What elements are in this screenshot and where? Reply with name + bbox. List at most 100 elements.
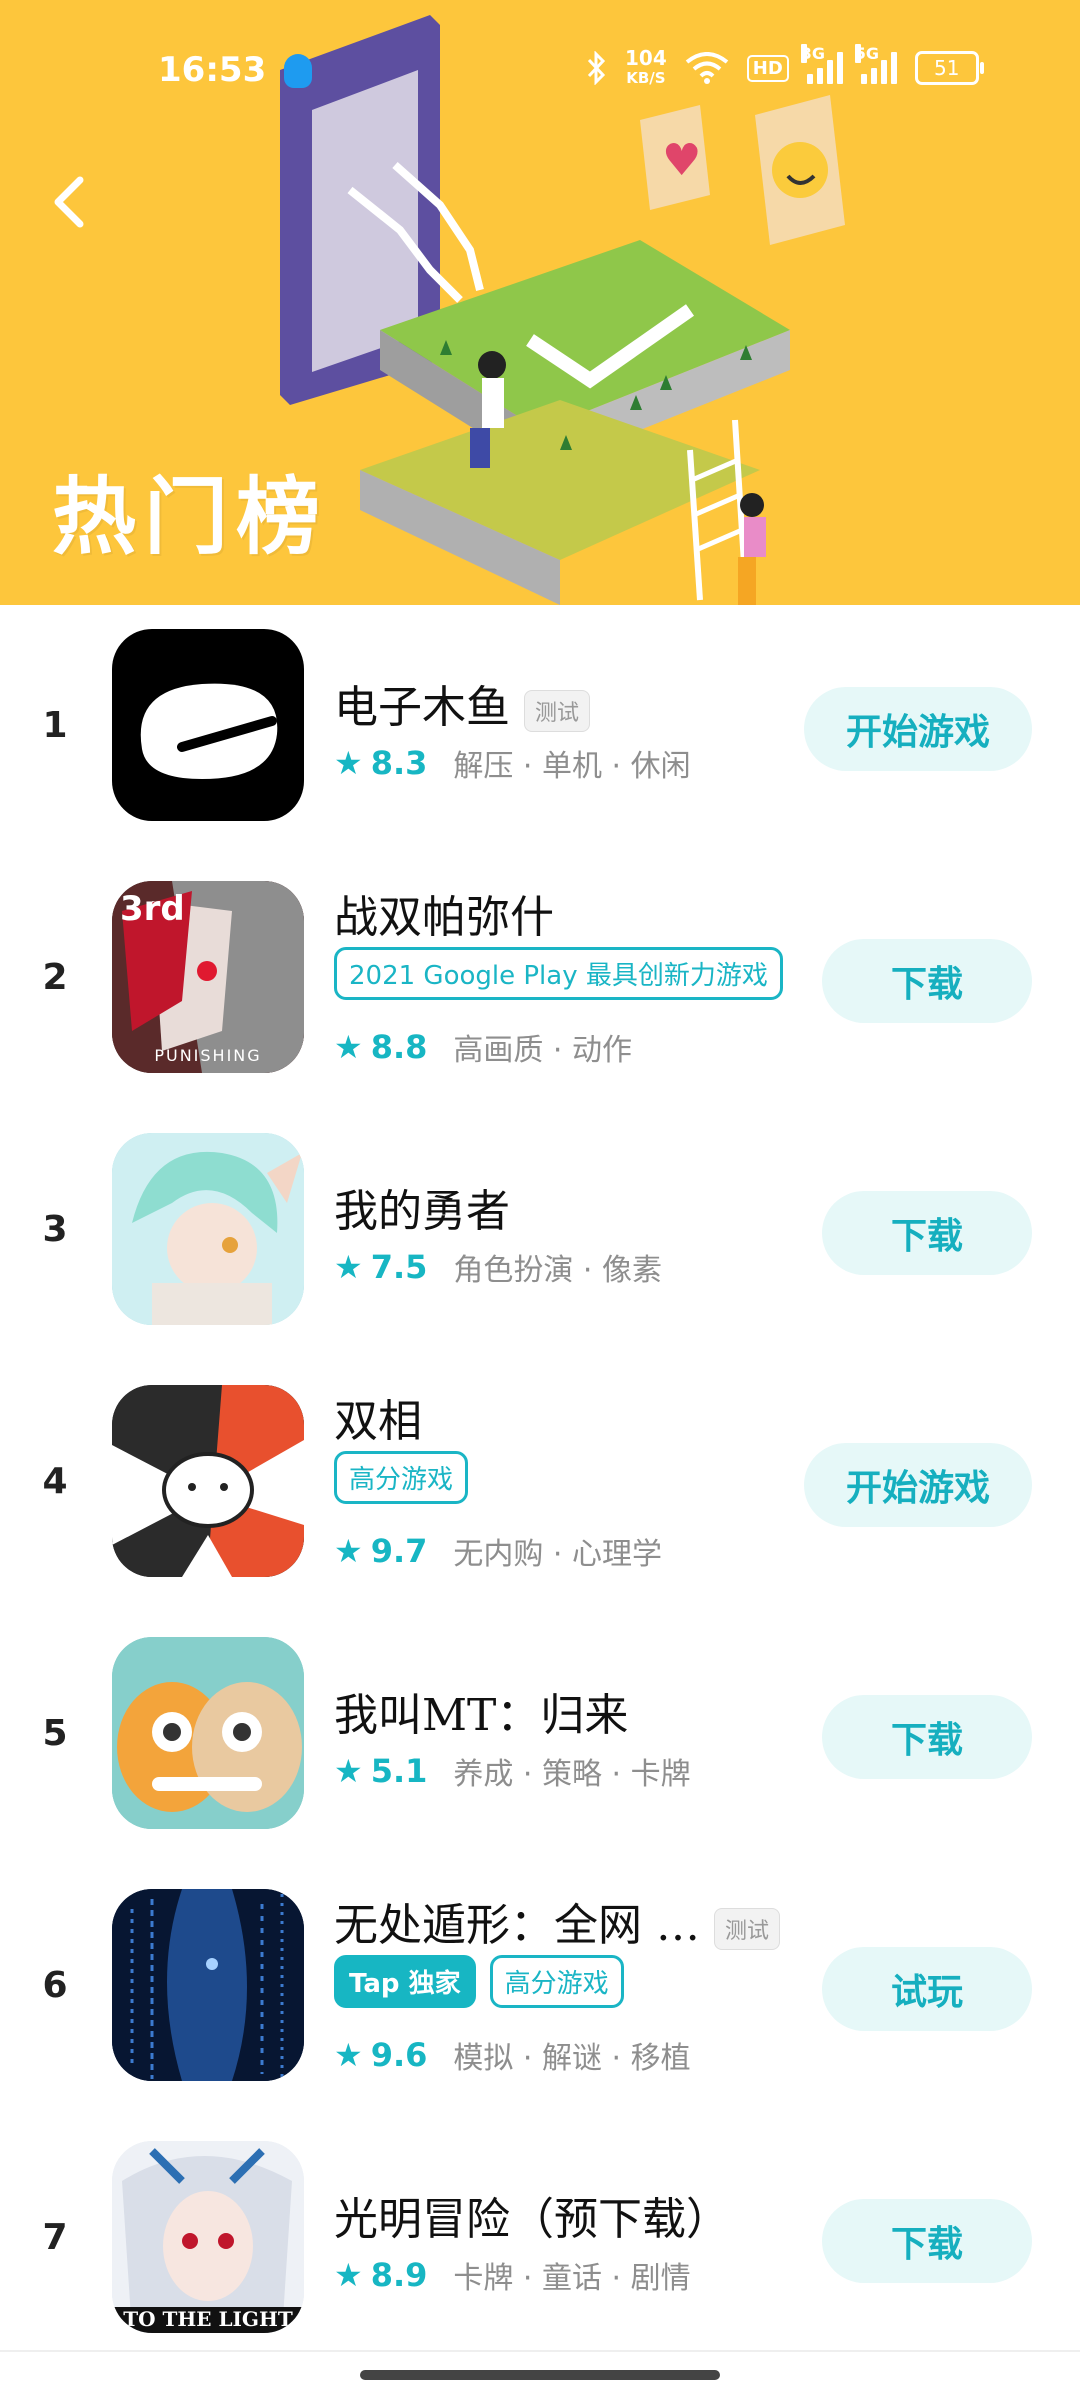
star-icon: ★	[334, 1532, 363, 1570]
signal-3g-label: 3G	[800, 44, 826, 63]
star-icon: ★	[334, 2256, 363, 2294]
score: 5.1	[370, 1752, 428, 1790]
star-icon: ★	[334, 2036, 363, 2074]
battery-icon: 51	[914, 51, 984, 85]
chevron-left-icon	[54, 176, 84, 228]
app-icon-wooden-fish[interactable]	[112, 629, 304, 821]
app-icon-punishing[interactable]: 3rd PUNISHING	[112, 881, 304, 1073]
wifi-icon	[685, 52, 728, 84]
game-name: 无处遁形：全网 … 测试	[334, 1889, 781, 1953]
app-icon-mt[interactable]	[112, 1637, 304, 1829]
game-row[interactable]: 6 无处遁形：全网 … 测试 Tap 独家 高分游戏 ★ 9.6 模拟 · 解谜 …	[0, 1865, 1080, 2117]
mt-art	[112, 1637, 304, 1829]
game-meta: ★ 7.5 角色扮演 · 像素	[334, 1245, 662, 1289]
game-name: 我的勇者	[334, 1186, 510, 1237]
game-name: 双相	[334, 1396, 422, 1447]
app-icon-my-hero[interactable]	[112, 1133, 304, 1325]
download-button[interactable]: 下载	[822, 1191, 1032, 1275]
game-row[interactable]: 3 我的勇者 ★ 7.5 角色扮演 · 像素 下载	[0, 1109, 1080, 1361]
back-button[interactable]	[44, 160, 104, 240]
rank-number: 4	[42, 1461, 68, 1502]
score: 8.9	[370, 2256, 428, 2294]
genres: 无内购 · 心理学	[453, 1537, 662, 1572]
icon-label-3rd: 3rd	[120, 889, 185, 929]
high-score-badge: 高分游戏	[489, 1955, 624, 2008]
status-bar: 16:53 104 KB/S HD 3G 5G 51	[0, 44, 1080, 98]
try-play-button[interactable]: 试玩	[822, 1947, 1032, 2031]
app-icon-to-the-light[interactable]: TO THE LIGHT	[112, 2141, 304, 2333]
game-row[interactable]: 5 我叫MT：归来 ★ 5.1 养成 · 策略 · 卡牌 下载	[0, 1613, 1080, 1865]
wooden-fish-icon	[140, 683, 278, 779]
star-icon: ★	[334, 1028, 363, 1066]
score: 8.8	[370, 1028, 428, 1066]
icon-label-to-the-light: TO THE LIGHT	[123, 2307, 293, 2331]
network-speed: 104 KB/S	[625, 48, 667, 88]
icon-label-punishing: PUNISHING	[154, 1046, 262, 1065]
status-time: 16:53	[158, 50, 267, 90]
game-meta: ★ 9.6 模拟 · 解谜 · 移植	[334, 2033, 691, 2077]
bipolar-art	[112, 1385, 304, 1577]
status-icons: 104 KB/S HD 3G 5G 51	[585, 44, 984, 88]
bluetooth-icon	[587, 51, 606, 85]
app-icon-bipolar[interactable]	[112, 1385, 304, 1577]
game-row[interactable]: 4 双相 高分游戏 ★ 9.7 无内购 · 心理学 开始游戏	[0, 1361, 1080, 1613]
genres: 养成 · 策略 · 卡牌	[453, 1757, 691, 1792]
high-score-badge: 高分游戏	[334, 1451, 469, 1504]
game-name: 光明冒险（预下载）	[334, 2194, 730, 2245]
network-speed-unit: KB/S	[626, 69, 666, 87]
game-row[interactable]: 1 电子木鱼 测试 ★ 8.3 解压 · 单机 · 休闲 开始游戏	[0, 605, 1080, 857]
my-hero-art	[112, 1133, 304, 1325]
rank-number: 5	[42, 1713, 68, 1754]
svg-text:♥: ♥	[662, 135, 701, 186]
start-game-button[interactable]: 开始游戏	[804, 687, 1032, 771]
hd-badge: HD	[746, 54, 789, 82]
header-banner: ♥ 16:53 104 KB/S HD 3G 5G 51 热门榜	[0, 0, 1080, 605]
hide-art	[112, 1889, 304, 2081]
download-button[interactable]: 下载	[822, 1695, 1032, 1779]
badge-row: Tap 独家 高分游戏	[334, 1955, 624, 2008]
star-icon: ★	[334, 1248, 363, 1286]
genres: 解压 · 单机 · 休闲	[453, 749, 691, 784]
game-meta: ★ 5.1 养成 · 策略 · 卡牌	[334, 1749, 691, 1793]
game-name-text: 无处遁形：全网 …	[334, 1900, 700, 1951]
to-the-light-art	[112, 2141, 304, 2333]
tap-exclusive-badge: Tap 独家	[334, 1955, 476, 2008]
signal-5g-icon: 5G	[854, 44, 897, 84]
qq-icon	[284, 54, 312, 88]
game-row[interactable]: 7 TO THE LIGHT 光明冒险（预下载） ★ 8.9 卡牌 · 童话 ·…	[0, 2117, 1080, 2369]
app-icon-hide[interactable]	[112, 1889, 304, 2081]
game-row[interactable]: 2 3rd PUNISHING 战双帕弥什 2021 Google Play 最…	[0, 857, 1080, 1109]
test-tag: 测试	[524, 689, 591, 732]
game-meta: ★ 8.9 卡牌 · 童话 · 剧情	[334, 2253, 691, 2297]
rank-number: 1	[42, 705, 68, 746]
star-icon: ★	[334, 744, 363, 782]
rank-number: 2	[42, 957, 68, 998]
download-button[interactable]: 下载	[822, 2199, 1032, 2283]
download-button[interactable]: 下载	[822, 939, 1032, 1023]
badge-row: 2021 Google Play 最具创新力游戏	[334, 947, 783, 1000]
game-name: 战双帕弥什	[334, 892, 554, 943]
signal-5g-label: 5G	[854, 44, 880, 63]
genres: 角色扮演 · 像素	[453, 1253, 662, 1288]
score: 8.3	[370, 744, 428, 782]
start-game-button[interactable]: 开始游戏	[804, 1443, 1032, 1527]
genres: 卡牌 · 童话 · 剧情	[453, 2261, 691, 2296]
badge-row: 高分游戏	[334, 1451, 469, 1504]
genres: 模拟 · 解谜 · 移植	[453, 2041, 691, 2076]
game-name: 电子木鱼 测试	[334, 671, 591, 735]
game-meta: ★ 8.8 高画质 · 动作	[334, 1025, 632, 1069]
battery-level: 51	[934, 56, 960, 80]
star-icon: ★	[334, 1752, 363, 1790]
signal-3g-icon: 3G	[800, 44, 843, 84]
game-meta: ★ 9.7 无内购 · 心理学	[334, 1529, 662, 1573]
rank-number: 3	[42, 1209, 68, 1250]
rank-number: 6	[42, 1965, 68, 2006]
score: 9.6	[370, 2036, 428, 2074]
game-name-text: 电子木鱼	[334, 682, 510, 733]
home-indicator[interactable]	[360, 2370, 720, 2380]
score: 7.5	[370, 1248, 428, 1286]
network-speed-value: 104	[625, 46, 667, 70]
game-name: 我叫MT：归来	[334, 1690, 629, 1741]
divider	[0, 2350, 1080, 2352]
rank-number: 7	[42, 2217, 68, 2258]
